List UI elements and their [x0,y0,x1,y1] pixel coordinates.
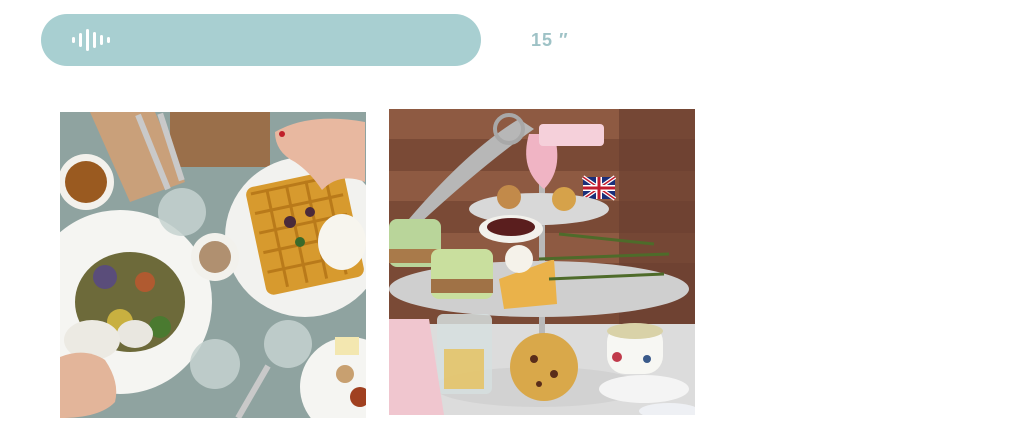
voice-message-bar[interactable] [41,14,481,66]
afternoon-tea-photo-image [389,109,695,415]
brunch-photo-image [60,112,366,418]
brunch-photo[interactable] [60,112,366,418]
afternoon-tea-photo[interactable] [389,109,695,415]
voice-wave-icon [72,29,110,51]
voice-duration: 15 ″ [531,30,569,50]
